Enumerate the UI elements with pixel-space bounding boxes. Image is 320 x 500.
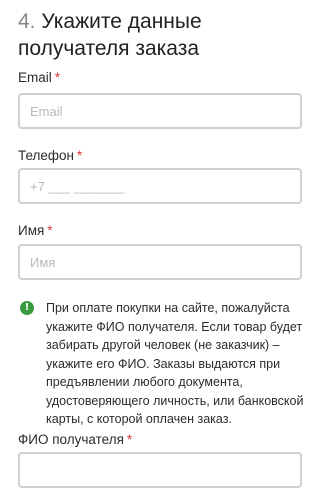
recipient-full-name-required-mark: * (126, 432, 133, 447)
section-number: 4. (18, 10, 36, 33)
phone-label-text: Телефон (18, 148, 75, 163)
recipient-full-name-field[interactable] (18, 452, 302, 488)
notice-text: При оплате покупки на сайте, пожалуйста … (46, 301, 304, 426)
phone-required-mark: * (77, 148, 83, 163)
email-label-text: Email (18, 70, 52, 85)
phone-label: Телефон * (18, 148, 82, 163)
info-icon: ! (20, 301, 34, 315)
name-label: Имя * (18, 223, 53, 238)
email-field[interactable] (18, 93, 302, 129)
name-field[interactable] (18, 244, 302, 280)
email-label: Email * (18, 70, 60, 85)
name-required-mark: * (47, 223, 53, 238)
name-label-text: Имя (18, 223, 45, 238)
recipient-full-name-label-text: ФИО получателя (18, 432, 124, 447)
section-title: 4. Укажите данные получателя заказа (18, 8, 308, 62)
email-required-mark: * (54, 70, 61, 85)
phone-field[interactable] (18, 168, 302, 204)
recipient-full-name-label: ФИО получателя * (18, 432, 132, 447)
section-title-text: Укажите данные получателя заказа (18, 10, 202, 60)
